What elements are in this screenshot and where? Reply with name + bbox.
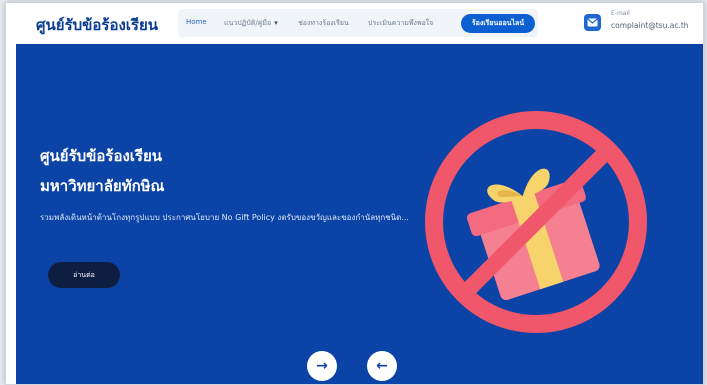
hero-subtitle: มหาวิทยาลัยทักษิณ: [40, 177, 165, 195]
site-logo-text[interactable]: ศูนย์รับข้อร้องเรียน: [36, 13, 158, 37]
nav-item-guidelines[interactable]: แนวปฏิบัติ/คู่มือ ▾: [224, 18, 278, 29]
email-address-link[interactable]: complaint@tsu.ac.th: [611, 21, 689, 30]
chevron-down-icon: ▾: [274, 19, 278, 27]
nav-item-channels[interactable]: ช่องทางร้องเรียน: [298, 18, 349, 29]
nav-item-guidelines-label: แนวปฏิบัติ/คู่มือ: [224, 19, 272, 27]
read-more-button[interactable]: อ่านต่อ: [48, 262, 120, 288]
nav-item-home[interactable]: Home: [186, 18, 207, 26]
hero-banner: ศูนย์รับข้อร้องเรียน มหาวิทยาลัยทักษิณ ร…: [16, 44, 703, 384]
online-complaint-button[interactable]: ร้องเรียนออนไลน์: [461, 14, 535, 33]
prohibition-sign-icon: [425, 111, 647, 333]
top-navbar: ศูนย์รับข้อร้องเรียน Home แนวปฏิบัติ/คู่…: [6, 3, 703, 43]
hero-description: รวมพลังเดินหน้าต้านโกงทุกรูปแบบ ประกาศนโ…: [40, 213, 409, 222]
carousel-next-button[interactable]: →: [307, 351, 337, 381]
hero-title: ศูนย์รับข้อร้องเรียน: [40, 147, 163, 165]
email-icon: [584, 14, 601, 31]
browser-frame: ศูนย์รับข้อร้องเรียน Home แนวปฏิบัติ/คู่…: [5, 2, 704, 385]
no-gift-illustration: [425, 111, 647, 333]
nav-item-satisfaction[interactable]: ประเมินความพึงพอใจ: [368, 18, 433, 29]
carousel-prev-button[interactable]: ←: [367, 351, 397, 381]
email-label: E-mail: [611, 10, 630, 17]
